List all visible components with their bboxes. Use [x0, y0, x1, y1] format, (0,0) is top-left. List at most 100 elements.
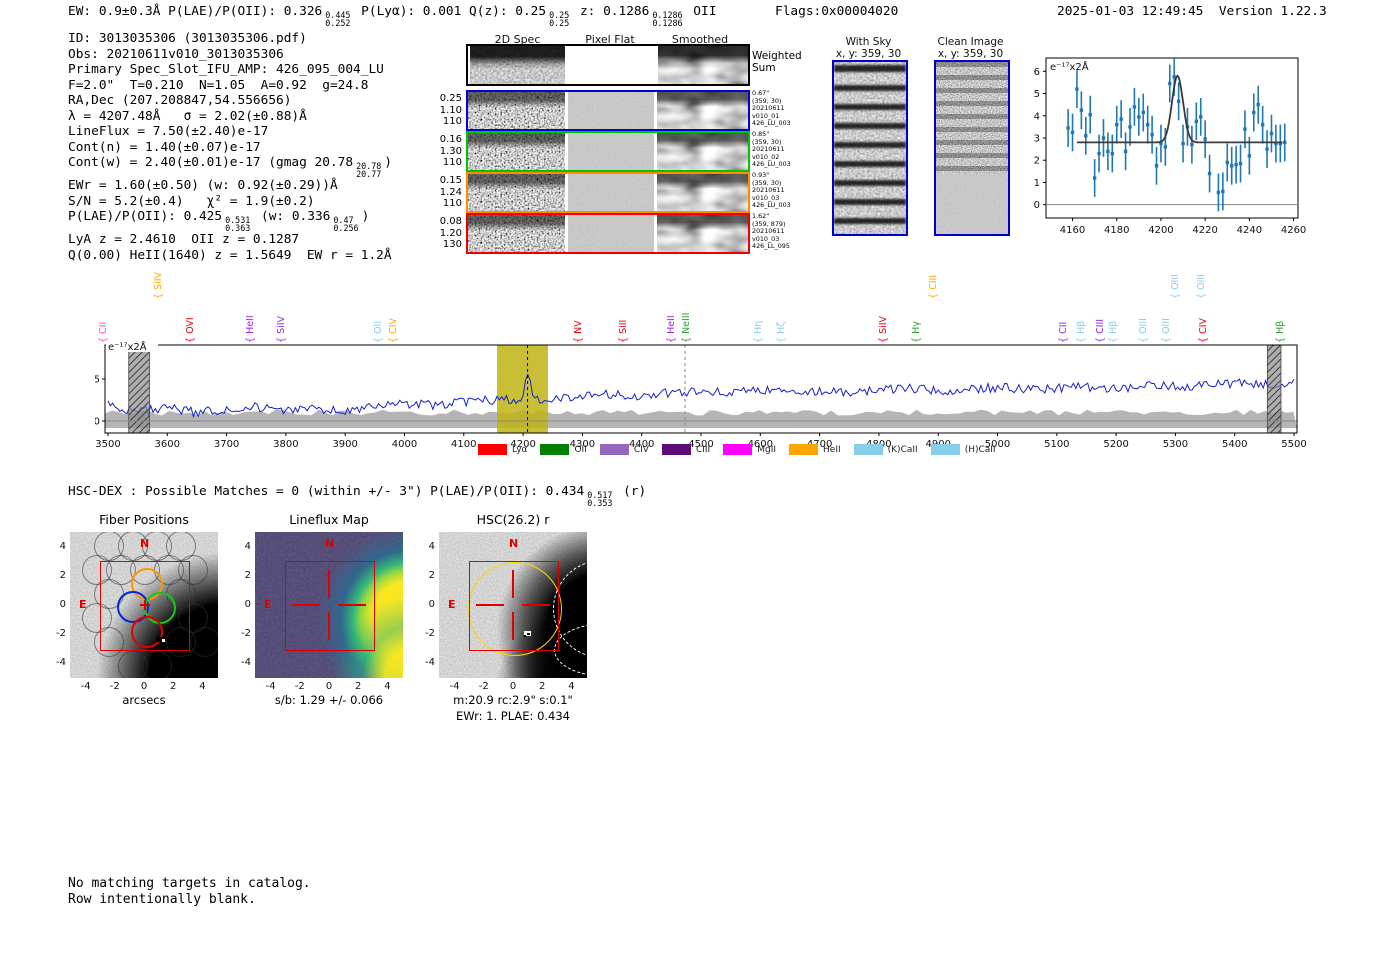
line-label-ciii: { CIII — [927, 274, 939, 299]
withsky-title: With Sky x, y: 359, 30 — [835, 36, 902, 60]
line-label-siiv: { SiIV — [276, 315, 288, 343]
svg-text:5100: 5100 — [1044, 439, 1069, 450]
legend-item-civ: CIV — [599, 444, 649, 455]
header-summary-line: EW: 0.9±0.3Å P(LAE)/P(OII): 0.326 0.445 0.… — [68, 4, 717, 28]
fiber-positions-title: Fiber Positions — [99, 512, 189, 527]
x-tick: 0 — [325, 681, 333, 692]
hsc-dex-line: HSC-DEX : Possible Matches = 0 (within +… — [68, 484, 647, 508]
legend-swatch — [540, 444, 570, 455]
spec2d-row-left-labels: 0.08 1.20 130 — [439, 216, 462, 250]
svg-text:6: 6 — [1034, 67, 1040, 78]
svg-text:4220: 4220 — [1192, 225, 1217, 236]
compass-north: N — [509, 537, 519, 550]
spec2d-row — [466, 172, 750, 213]
line-label-oii: { OII — [372, 320, 384, 343]
spec2d-row-right-labels: 0.67" (359, 30) 20210611 v010_01 426_LU_003 — [752, 89, 791, 128]
info-line: EWr = 1.60(±0.50) (w: 0.92(±0.29))Å — [68, 178, 338, 193]
legend-swatch — [661, 444, 691, 455]
info-line: LyA z = 2.4610 OII z = 0.1287 — [68, 232, 300, 247]
cleanimage-image — [934, 60, 1010, 236]
svg-text:5: 5 — [1034, 89, 1040, 100]
info-line: Primary Spec_Slot_IFU_AMP: 426_095_004_L… — [68, 62, 384, 77]
y-tick: 2 — [59, 569, 66, 581]
svg-text:4260: 4260 — [1281, 225, 1306, 236]
line-label-oiii: { OIII — [1160, 318, 1172, 343]
svg-text:5500: 5500 — [1281, 439, 1306, 450]
spec2d-row-left-labels: 0.25 1.10 110 — [439, 93, 462, 127]
svg-text:5200: 5200 — [1103, 439, 1128, 450]
y-tick: -4 — [241, 657, 251, 669]
line-label-siiv: { SiIV — [152, 271, 164, 299]
compass-east: E — [79, 598, 87, 611]
legend-swatch — [599, 444, 629, 455]
line-label-hβ: { Hβ — [1108, 320, 1120, 343]
x-tick: -2 — [294, 681, 305, 692]
x-tick: 4 — [384, 681, 391, 692]
line-label-oiii: { OIII — [1137, 318, 1149, 343]
svg-text:0: 0 — [1034, 200, 1040, 211]
svg-text:4100: 4100 — [451, 439, 476, 450]
compass-north: N — [140, 537, 150, 550]
y-tick: 0 — [59, 599, 66, 610]
line-label-heii: { HeII — [244, 315, 256, 343]
lineflux-ifu-box — [285, 561, 375, 651]
line-label-neiii: { NeIII — [681, 312, 693, 343]
svg-text:4: 4 — [1034, 111, 1040, 122]
legend-item-oii: OII — [540, 444, 587, 455]
svg-text:3500: 3500 — [95, 439, 120, 450]
fiber-xlabel: arcsecs — [122, 693, 166, 707]
lineflux-crosshair — [328, 570, 330, 598]
hsc-caption-2: EWr: 1. PLAE: 0.434 — [456, 709, 570, 723]
svg-text:2: 2 — [1034, 156, 1040, 167]
spec2d-row-left-labels: 0.16 1.30 110 — [439, 134, 462, 168]
svg-text:1: 1 — [1034, 178, 1040, 189]
svg-text:e⁻¹⁷x2Å: e⁻¹⁷x2Å — [108, 340, 147, 353]
x-tick: 2 — [170, 681, 177, 692]
footer-notes: No matching targets in catalog. Row inte… — [68, 876, 311, 907]
svg-text:4160: 4160 — [1060, 225, 1085, 236]
line-label-hβ: { Hβ — [1076, 320, 1088, 343]
report-version: Version 1.22.3 — [1218, 4, 1327, 19]
line-label-civ: { CIV — [388, 318, 400, 343]
hsc-caption-1: m:20.9 rc:2.9" s:0.1" — [453, 693, 573, 707]
hsc-cutout-image: N E — [439, 532, 587, 678]
line-label-heii: { HeII — [665, 315, 677, 343]
fiber-circle — [142, 651, 172, 678]
detection-info-block: ID: 3013035306 (3013035306.pdf) Obs: 2021… — [68, 31, 392, 263]
x-tick: 4 — [199, 681, 206, 692]
y-tick: 2 — [428, 569, 435, 581]
spec2d-row-right-labels: 1.62" (359, 879) 20210611 v010_03 426_LL_095 — [752, 212, 790, 251]
x-tick: -4 — [265, 681, 276, 692]
lineflux-map-title: Lineflux Map — [289, 512, 369, 527]
x-tick: -4 — [449, 681, 460, 692]
lineflux-caption: s/b: 1.29 +/- 0.066 — [274, 693, 384, 707]
weighted-sum-label: Weighted Sum — [752, 50, 802, 74]
line-label-cii: { CII — [98, 321, 110, 343]
info-line: P(LAE)/P(OII): 0.425 0.531 0.363 (w: 0.336… — [68, 209, 370, 233]
hsc-ifu-box — [469, 561, 559, 651]
svg-text:3: 3 — [1034, 134, 1040, 145]
line-label-cii: { CII — [1057, 321, 1069, 343]
fiber-positions-image: N E — [70, 532, 218, 678]
legend-item-heii: HeII — [789, 444, 841, 455]
y-tick: 4 — [428, 540, 435, 552]
line-label-ovi: { OVI — [184, 317, 196, 343]
line-label-hζ: { Hζ — [776, 321, 788, 343]
spec2d-row — [466, 131, 750, 172]
line-label-civ: { CIV — [1197, 318, 1209, 343]
svg-text:0: 0 — [95, 416, 100, 427]
legend-swatch — [930, 444, 960, 455]
info-line: ID: 3013035306 (3013035306.pdf) — [68, 31, 307, 46]
y-tick: 0 — [428, 599, 435, 610]
line-label-nv: { NV — [573, 320, 585, 343]
legend-swatch — [853, 444, 883, 455]
full-spectrum-plot: 3500 3600 3700 3800 3900 4000 4100 4200 4300 4400… — [94, 335, 1320, 460]
y-tick: 4 — [244, 540, 251, 552]
svg-text:3600: 3600 — [155, 439, 180, 450]
svg-text:3900: 3900 — [332, 439, 357, 450]
svg-text:4180: 4180 — [1104, 225, 1129, 236]
x-tick: 2 — [539, 681, 546, 692]
cleanimage-title: Clean Image x, y: 359, 30 — [937, 36, 1004, 60]
y-tick: 0 — [244, 599, 251, 610]
info-line: Obs: 20210611v010_3013035306 — [68, 46, 284, 62]
